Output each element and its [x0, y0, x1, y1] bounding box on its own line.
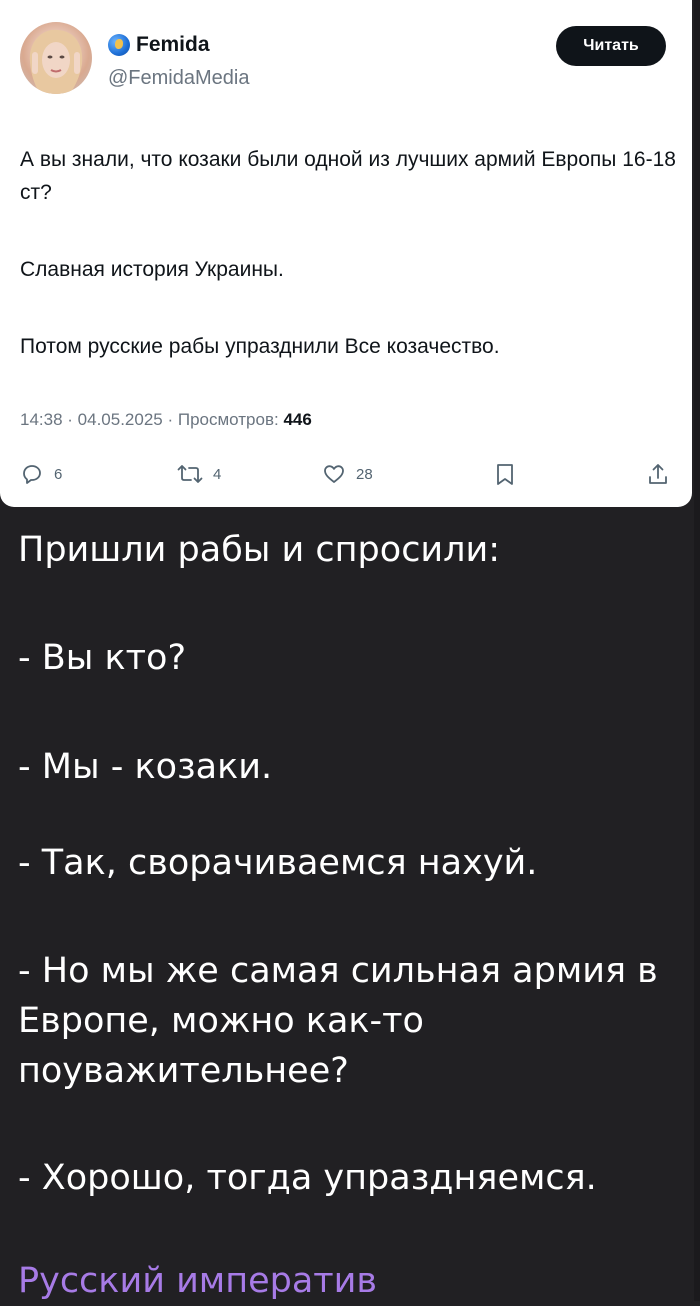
- like-count: 28: [356, 465, 373, 483]
- follow-button[interactable]: Читать: [556, 26, 666, 66]
- tweet-time[interactable]: 14:38: [20, 410, 63, 429]
- like-icon: [324, 465, 344, 483]
- retweet-button[interactable]: 4: [177, 462, 221, 486]
- scroll-edge: [694, 0, 700, 1301]
- caption-line: - Но мы же самая сильная армия в Европе,…: [18, 951, 658, 1091]
- reply-button[interactable]: 6: [20, 462, 62, 486]
- views-label: Просмотров:: [177, 410, 279, 429]
- author-name-text: Femida: [136, 33, 210, 56]
- caption-line: Пришли рабы и спросили:: [18, 530, 501, 570]
- tweet-actions: 6 4 28: [20, 462, 670, 496]
- share-icon: [649, 464, 667, 484]
- globe-icon: [108, 34, 130, 56]
- bookmark-button[interactable]: [494, 462, 516, 488]
- caption-line: - Вы кто?: [18, 638, 187, 678]
- caption-line: - Мы - козаки.: [18, 747, 273, 787]
- author-handle[interactable]: @FemidaMedia: [108, 67, 249, 90]
- caption-line: - Хорошо, тогда упраздняемся.: [18, 1158, 597, 1198]
- retweet-count: 4: [213, 465, 222, 483]
- reply-icon: [23, 465, 41, 484]
- tweet-paragraph: Славная история Украины.: [20, 258, 284, 281]
- retweet-icon: [177, 465, 203, 483]
- caption-line: - Так, сворачиваемся нахуй.: [18, 843, 538, 883]
- views-count: 446: [283, 410, 312, 429]
- tweet-date[interactable]: 04.05.2025: [78, 410, 163, 429]
- bookmark-icon: [497, 464, 513, 485]
- author-avatar[interactable]: [20, 22, 92, 94]
- tweet-meta: 14:38 · 04.05.2025 · Просмотров: 446: [20, 410, 312, 429]
- reply-count: 6: [54, 465, 63, 483]
- share-button[interactable]: [646, 462, 670, 488]
- tweet-paragraph: А вы знали, что козаки были одной из луч…: [20, 148, 676, 204]
- tweet-card: Femida @FemidaMedia Читать А вы знали, ч…: [0, 0, 692, 507]
- channel-name[interactable]: Русский императив: [18, 1256, 377, 1306]
- tweet-paragraph: Потом русские рабы упразднили Все козаче…: [20, 335, 500, 358]
- like-button[interactable]: 28: [322, 462, 373, 486]
- avatar-portrait-icon: [29, 29, 83, 94]
- author-name[interactable]: Femida: [108, 33, 210, 57]
